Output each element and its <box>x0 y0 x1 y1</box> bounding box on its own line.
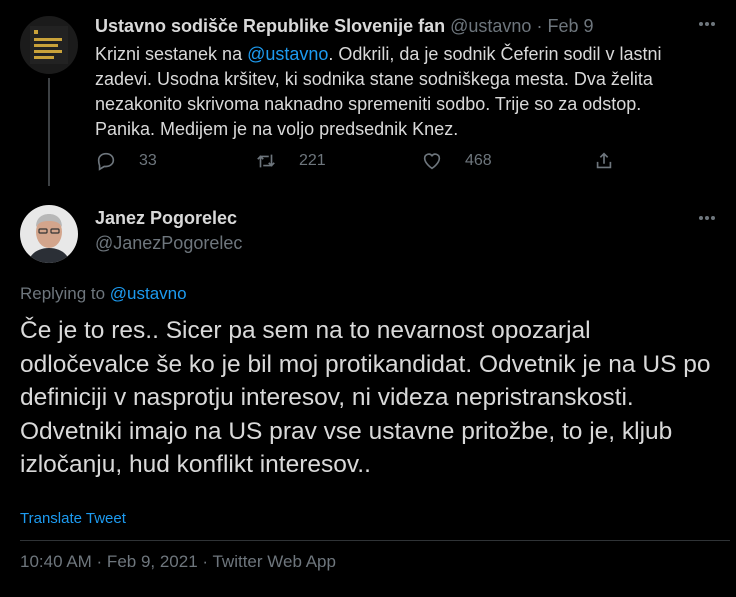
parent-author-handle[interactable]: @ustavno <box>450 16 531 36</box>
share-icon <box>596 152 612 169</box>
thread-connector-line <box>48 78 50 186</box>
replying-to-mention[interactable]: @ustavno <box>110 284 187 303</box>
reply-count: 33 <box>139 152 157 169</box>
reply-button[interactable]: 33 <box>95 150 157 172</box>
share-button[interactable] <box>593 150 615 172</box>
retweet-count: 221 <box>299 152 326 169</box>
parent-tweet-date[interactable]: Feb 9 <box>547 16 593 36</box>
parent-tweet[interactable]: Ustavno sodišče Republike Slovenije fan … <box>0 0 736 190</box>
tweet-actions: 33 221 468 <box>95 150 635 174</box>
like-count: 468 <box>465 152 492 169</box>
replying-to-label: Replying to <box>20 284 110 303</box>
translate-tweet-link[interactable]: Translate Tweet <box>20 510 126 527</box>
meta-separator: · <box>531 16 548 36</box>
more-icon[interactable] <box>692 208 722 228</box>
replying-to-line: Replying to @ustavno <box>20 284 187 304</box>
parent-text-prefix: Krizni sestanek na <box>95 44 248 64</box>
mention-link[interactable]: @ustavno <box>247 44 328 64</box>
reply-author-avatar[interactable] <box>20 205 78 263</box>
parent-author-avatar[interactable] <box>20 16 78 74</box>
reply-icon <box>97 152 115 171</box>
parent-tweet-header: Ustavno sodišče Republike Slovenije fan … <box>95 16 593 37</box>
like-icon <box>423 153 441 170</box>
parent-author-name[interactable]: Ustavno sodišče Republike Slovenije fan <box>95 16 445 36</box>
divider <box>20 540 730 541</box>
parent-tweet-text: Krizni sestanek na @ustavno. Odkrili, da… <box>95 42 705 142</box>
more-icon[interactable] <box>692 14 722 34</box>
reply-author-name[interactable]: Janez Pogorelec <box>95 208 237 229</box>
reply-tweet-text: Če je to res.. Sicer pa sem na to nevarn… <box>20 317 711 478</box>
tweet-timestamp[interactable]: 10:40 AM · Feb 9, 2021 · Twitter Web App <box>20 552 336 572</box>
reply-author-handle[interactable]: @JanezPogorelec <box>95 233 242 254</box>
retweet-icon <box>257 154 275 168</box>
like-button[interactable]: 468 <box>421 150 492 172</box>
retweet-button[interactable]: 221 <box>255 150 326 172</box>
